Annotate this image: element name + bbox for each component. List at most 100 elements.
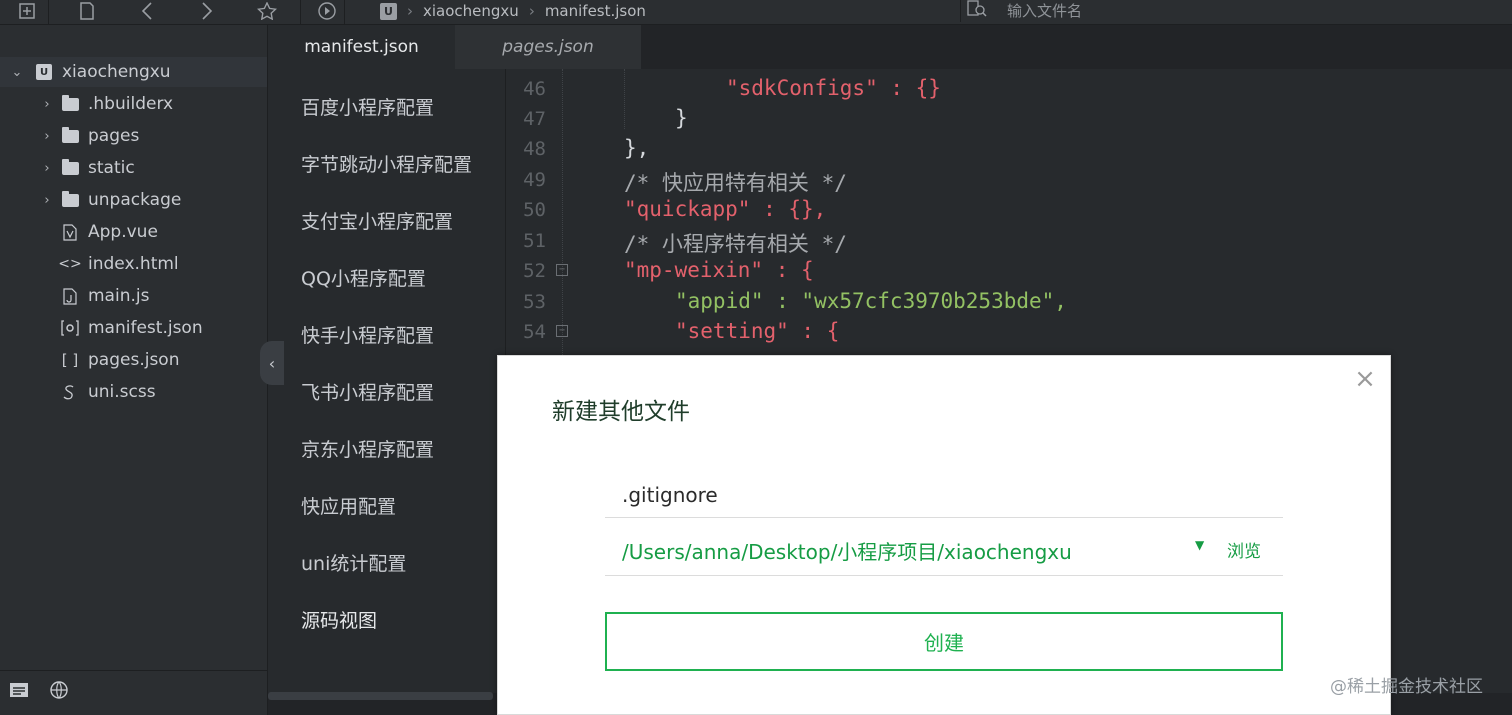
code-line: 49 /* 快应用特有相关 */	[506, 167, 1512, 197]
line-number: 52	[523, 260, 546, 282]
fold-toggle-icon[interactable]: −	[556, 264, 568, 276]
close-icon[interactable]: ×	[1353, 366, 1377, 392]
menu-item-jd[interactable]: 京东小程序配置	[301, 435, 434, 462]
folder-icon	[60, 126, 80, 143]
menu-item-uni-stats[interactable]: uni统计配置	[301, 549, 406, 576]
dropdown-arrow-icon[interactable]: ▼	[1195, 538, 1204, 552]
tree-item-manifest-json[interactable]: manifest.json	[0, 313, 267, 343]
back-icon[interactable]	[134, 0, 160, 22]
folder-icon	[60, 94, 80, 111]
tree-item-label: index.html	[88, 254, 179, 274]
tree-item-pages[interactable]: › pages	[0, 121, 267, 151]
code-text: },	[624, 136, 650, 160]
location-path: /Users/anna/Desktop/小程序项目/xiaochengxu	[622, 540, 1072, 564]
file-search-box	[960, 0, 1512, 22]
new-file-icon[interactable]	[14, 0, 40, 22]
code-line: 48 },	[506, 136, 1512, 166]
search-icon	[967, 0, 989, 22]
project-tree: ⌄ U xiaochengxu › .hbuilderx › pages › s…	[0, 25, 268, 715]
menu-item-alipay[interactable]: 支付宝小程序配置	[301, 207, 453, 234]
code-line: 47 }	[506, 106, 1512, 136]
code-comment: /* 快应用特有相关 */	[624, 171, 847, 195]
code-line: 54 − "setting" : {	[506, 319, 1512, 349]
tree-item-static[interactable]: › static	[0, 153, 267, 183]
forward-icon[interactable]	[194, 0, 220, 22]
breadcrumb-file[interactable]: manifest.json	[545, 2, 646, 20]
dialog-title: 新建其他文件	[552, 399, 690, 425]
toolbar-divider	[300, 0, 301, 24]
tree-item-label: main.js	[88, 286, 150, 306]
tree-item-label: uni.scss	[88, 382, 156, 402]
folder-icon	[60, 158, 80, 175]
horizontal-scrollbar[interactable]	[268, 692, 493, 700]
code-text: "mp-weixin" : {	[624, 258, 814, 282]
code-line: 50 "quickapp" : {},	[506, 197, 1512, 227]
tree-item-label: static	[88, 158, 135, 178]
tree-item-unpackage[interactable]: › unpackage	[0, 185, 267, 215]
tree-item-uni-scss[interactable]: uni.scss	[0, 377, 267, 407]
tab-pages-json[interactable]: pages.json	[455, 25, 641, 69]
tree-item-app-vue[interactable]: App.vue	[0, 217, 267, 247]
tree-item-hbuilderx[interactable]: › .hbuilderx	[0, 89, 267, 119]
menu-item-quickapp[interactable]: 快应用配置	[301, 492, 396, 519]
watermark: @稀土掘金技术社区	[1330, 677, 1483, 697]
star-icon[interactable]	[254, 0, 280, 22]
menu-item-bytedance[interactable]: 字节跳动小程序配置	[301, 150, 472, 177]
line-number: 47	[523, 108, 546, 130]
breadcrumb-project[interactable]: xiaochengxu	[423, 2, 519, 20]
chevron-down-icon[interactable]: ⌄	[10, 65, 24, 80]
tree-item-label: pages.json	[88, 350, 180, 370]
tree-item-label: manifest.json	[88, 318, 203, 338]
code-line: 53 "appid" : "wx57cfc3970b253bde",	[506, 289, 1512, 319]
line-number: 54	[523, 321, 546, 343]
code-text: "quickapp" : {},	[624, 197, 827, 221]
filename-input[interactable]	[605, 472, 1283, 518]
tree-item-main-js[interactable]: main.js	[0, 281, 267, 311]
chevron-right-icon[interactable]: ›	[40, 129, 54, 144]
code-text: "appid" : "wx57cfc3970b253bde",	[675, 289, 1067, 313]
code-comment: /* 小程序特有相关 */	[624, 232, 847, 256]
chevron-right-icon[interactable]: ›	[40, 161, 54, 176]
tree-item-index-html[interactable]: <> index.html	[0, 249, 267, 279]
line-number: 48	[523, 138, 546, 160]
file-search-input[interactable]	[1005, 1, 1409, 21]
run-icon[interactable]	[314, 0, 340, 22]
tree-root-xiaochengxu[interactable]: ⌄ U xiaochengxu	[0, 57, 267, 87]
vue-file-icon	[60, 223, 80, 241]
manifest-config-menu: 百度小程序配置 字节跳动小程序配置 支付宝小程序配置 QQ小程序配置 快手小程序…	[268, 69, 506, 693]
toolbar-divider	[48, 0, 49, 24]
code-text: }	[675, 106, 688, 130]
project-manager-icon[interactable]	[6, 679, 32, 701]
sidebar-footer	[0, 670, 267, 711]
menu-item-qq[interactable]: QQ小程序配置	[301, 264, 426, 291]
tree-item-label: unpackage	[88, 190, 182, 210]
chevron-right-icon[interactable]: ›	[40, 97, 54, 112]
browser-icon[interactable]	[46, 679, 72, 701]
tree-item-pages-json[interactable]: [ ] pages.json	[0, 345, 267, 375]
code-line: 51 /* 小程序特有相关 */	[506, 228, 1512, 258]
tree-item-label: pages	[88, 126, 140, 146]
fold-toggle-icon[interactable]: −	[556, 325, 568, 337]
tab-manifest-json[interactable]: manifest.json	[268, 25, 455, 69]
line-number: 46	[523, 78, 546, 100]
line-number: 51	[523, 230, 546, 252]
tree-item-label: .hbuilderx	[88, 94, 174, 114]
browse-button[interactable]: 浏览	[1227, 537, 1261, 562]
menu-item-feishu[interactable]: 飞书小程序配置	[301, 378, 434, 405]
breadcrumb: U › xiaochengxu › manifest.json	[380, 0, 646, 22]
menu-item-source-view[interactable]: 源码视图	[301, 606, 377, 633]
line-number: 49	[523, 169, 546, 191]
create-button[interactable]: 创建	[605, 612, 1283, 671]
chevron-right-icon[interactable]: ›	[40, 193, 54, 208]
html-file-icon: <>	[58, 256, 82, 272]
toolbar-divider	[344, 0, 345, 24]
line-number: 50	[523, 199, 546, 221]
collapse-panel-button[interactable]: ‹	[260, 341, 284, 385]
location-select[interactable]: /Users/anna/Desktop/小程序项目/xiaochengxu ▼ …	[605, 520, 1283, 576]
menu-item-kuaishou[interactable]: 快手小程序配置	[301, 321, 434, 348]
breadcrumb-separator: ›	[407, 2, 413, 20]
save-icon[interactable]	[74, 0, 100, 22]
folder-icon	[60, 190, 80, 207]
code-line: 46 "sdkConfigs" : {}	[506, 76, 1512, 106]
menu-item-baidu[interactable]: 百度小程序配置	[301, 93, 434, 120]
